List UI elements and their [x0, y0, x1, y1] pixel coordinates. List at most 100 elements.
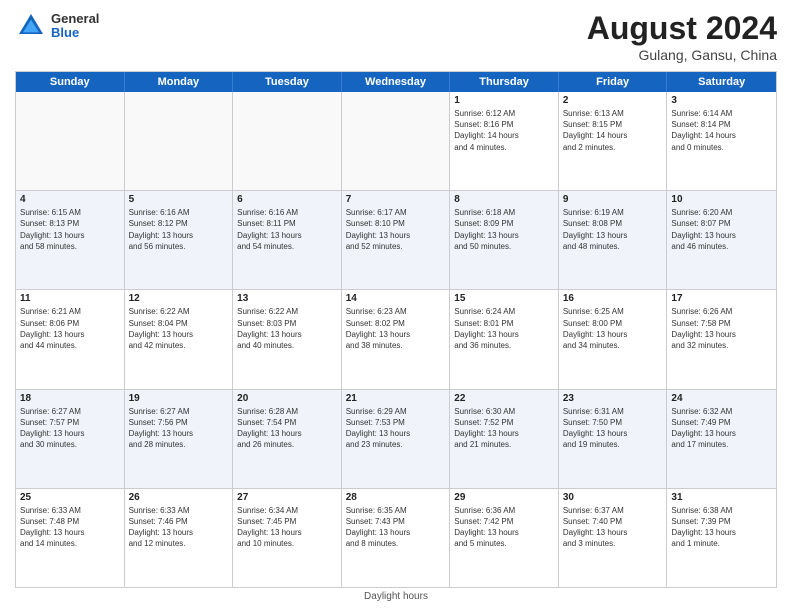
day-cell: 22 Sunrise: 6:30 AM Sunset: 7:52 PM Dayli…	[450, 390, 559, 488]
day-info: Sunrise: 6:35 AM Sunset: 7:43 PM Dayligh…	[346, 505, 446, 550]
day-info: Sunrise: 6:15 AM Sunset: 8:13 PM Dayligh…	[20, 207, 120, 252]
day-number: 22	[454, 393, 554, 404]
logo-blue: Blue	[51, 26, 99, 40]
day-info: Sunrise: 6:18 AM Sunset: 8:09 PM Dayligh…	[454, 207, 554, 252]
day-info: Sunrise: 6:22 AM Sunset: 8:03 PM Dayligh…	[237, 306, 337, 351]
logo-text: General Blue	[51, 12, 99, 41]
day-info: Sunrise: 6:12 AM Sunset: 8:16 PM Dayligh…	[454, 108, 554, 153]
calendar-row: 11 Sunrise: 6:21 AM Sunset: 8:06 PM Dayli…	[16, 290, 776, 389]
day-info: Sunrise: 6:30 AM Sunset: 7:52 PM Dayligh…	[454, 406, 554, 451]
day-info: Sunrise: 6:17 AM Sunset: 8:10 PM Dayligh…	[346, 207, 446, 252]
empty-cell	[16, 92, 125, 190]
day-cell: 24Sunrise: 6:32 AM Sunset: 7:49 PM Dayli…	[667, 390, 776, 488]
day-info: Sunrise: 6:20 AM Sunset: 8:07 PM Dayligh…	[671, 207, 772, 252]
day-number: 8	[454, 194, 554, 205]
day-info: Sunrise: 6:34 AM Sunset: 7:45 PM Dayligh…	[237, 505, 337, 550]
day-cell: 12Sunrise: 6:22 AM Sunset: 8:04 PM Dayli…	[125, 290, 234, 388]
day-cell: 25 Sunrise: 6:33 AM Sunset: 7:48 PM Dayli…	[16, 489, 125, 587]
day-cell: 10Sunrise: 6:20 AM Sunset: 8:07 PM Dayli…	[667, 191, 776, 289]
day-number: 19	[129, 393, 229, 404]
page: General Blue August 2024 Gulang, Gansu, …	[0, 0, 792, 612]
day-number: 11	[20, 293, 120, 304]
calendar-row: 4 Sunrise: 6:15 AM Sunset: 8:13 PM Daylig…	[16, 191, 776, 290]
day-cell: 3 Sunrise: 6:14 AM Sunset: 8:14 PM Daylig…	[667, 92, 776, 190]
day-cell: 19 Sunrise: 6:27 AM Sunset: 7:56 PM Dayli…	[125, 390, 234, 488]
day-cell: 16 Sunrise: 6:25 AM Sunset: 8:00 PM Dayli…	[559, 290, 668, 388]
day-number: 27	[237, 492, 337, 503]
day-number: 16	[563, 293, 663, 304]
day-info: Sunrise: 6:33 AM Sunset: 7:48 PM Dayligh…	[20, 505, 120, 550]
day-cell: 17 Sunrise: 6:26 AM Sunset: 7:58 PM Dayli…	[667, 290, 776, 388]
day-info: Sunrise: 6:32 AM Sunset: 7:49 PM Dayligh…	[671, 406, 772, 451]
calendar-header: SundayMondayTuesdayWednesdayThursdayFrid…	[16, 72, 776, 92]
day-number: 14	[346, 293, 446, 304]
day-number: 4	[20, 194, 120, 205]
day-number: 23	[563, 393, 663, 404]
weekday-header: Saturday	[667, 72, 776, 92]
day-cell: 15 Sunrise: 6:24 AM Sunset: 8:01 PM Dayli…	[450, 290, 559, 388]
empty-cell	[342, 92, 451, 190]
logo: General Blue	[15, 10, 99, 42]
day-number: 29	[454, 492, 554, 503]
day-info: Sunrise: 6:31 AM Sunset: 7:50 PM Dayligh…	[563, 406, 663, 451]
day-number: 30	[563, 492, 663, 503]
day-info: Sunrise: 6:24 AM Sunset: 8:01 PM Dayligh…	[454, 306, 554, 351]
day-cell: 9 Sunrise: 6:19 AM Sunset: 8:08 PM Daylig…	[559, 191, 668, 289]
day-number: 17	[671, 293, 772, 304]
day-cell: 23 Sunrise: 6:31 AM Sunset: 7:50 PM Dayli…	[559, 390, 668, 488]
day-info: Sunrise: 6:36 AM Sunset: 7:42 PM Dayligh…	[454, 505, 554, 550]
calendar-row: 1Sunrise: 6:12 AM Sunset: 8:16 PM Daylig…	[16, 92, 776, 191]
day-info: Sunrise: 6:33 AM Sunset: 7:46 PM Dayligh…	[129, 505, 229, 550]
day-number: 18	[20, 393, 120, 404]
day-info: Sunrise: 6:19 AM Sunset: 8:08 PM Dayligh…	[563, 207, 663, 252]
weekday-header: Tuesday	[233, 72, 342, 92]
day-number: 3	[671, 95, 772, 106]
weekday-header: Thursday	[450, 72, 559, 92]
day-number: 13	[237, 293, 337, 304]
empty-cell	[125, 92, 234, 190]
day-cell: 18 Sunrise: 6:27 AM Sunset: 7:57 PM Dayli…	[16, 390, 125, 488]
day-info: Sunrise: 6:26 AM Sunset: 7:58 PM Dayligh…	[671, 306, 772, 351]
day-cell: 6Sunrise: 6:16 AM Sunset: 8:11 PM Daylig…	[233, 191, 342, 289]
day-cell: 8 Sunrise: 6:18 AM Sunset: 8:09 PM Daylig…	[450, 191, 559, 289]
day-cell: 20Sunrise: 6:28 AM Sunset: 7:54 PM Dayli…	[233, 390, 342, 488]
day-cell: 26 Sunrise: 6:33 AM Sunset: 7:46 PM Dayli…	[125, 489, 234, 587]
day-info: Sunrise: 6:21 AM Sunset: 8:06 PM Dayligh…	[20, 306, 120, 351]
day-info: Sunrise: 6:38 AM Sunset: 7:39 PM Dayligh…	[671, 505, 772, 550]
day-number: 6	[237, 194, 337, 205]
day-info: Sunrise: 6:22 AM Sunset: 8:04 PM Dayligh…	[129, 306, 229, 351]
day-cell: 14 Sunrise: 6:23 AM Sunset: 8:02 PM Dayli…	[342, 290, 451, 388]
day-cell: 2Sunrise: 6:13 AM Sunset: 8:15 PM Daylig…	[559, 92, 668, 190]
day-info: Sunrise: 6:25 AM Sunset: 8:00 PM Dayligh…	[563, 306, 663, 351]
day-number: 21	[346, 393, 446, 404]
logo-icon	[15, 10, 47, 42]
day-cell: 7 Sunrise: 6:17 AM Sunset: 8:10 PM Daylig…	[342, 191, 451, 289]
day-info: Sunrise: 6:37 AM Sunset: 7:40 PM Dayligh…	[563, 505, 663, 550]
day-number: 20	[237, 393, 337, 404]
day-cell: 30 Sunrise: 6:37 AM Sunset: 7:40 PM Dayli…	[559, 489, 668, 587]
weekday-header: Sunday	[16, 72, 125, 92]
day-cell: 4 Sunrise: 6:15 AM Sunset: 8:13 PM Daylig…	[16, 191, 125, 289]
weekday-header: Friday	[559, 72, 668, 92]
day-number: 28	[346, 492, 446, 503]
day-info: Sunrise: 6:29 AM Sunset: 7:53 PM Dayligh…	[346, 406, 446, 451]
day-info: Sunrise: 6:27 AM Sunset: 7:57 PM Dayligh…	[20, 406, 120, 451]
day-number: 15	[454, 293, 554, 304]
day-number: 25	[20, 492, 120, 503]
title-block: August 2024 Gulang, Gansu, China	[587, 10, 777, 63]
header: General Blue August 2024 Gulang, Gansu, …	[15, 10, 777, 63]
day-info: Sunrise: 6:14 AM Sunset: 8:14 PM Dayligh…	[671, 108, 772, 153]
day-info: Sunrise: 6:27 AM Sunset: 7:56 PM Dayligh…	[129, 406, 229, 451]
calendar: SundayMondayTuesdayWednesdayThursdayFrid…	[15, 71, 777, 588]
day-number: 7	[346, 194, 446, 205]
day-cell: 5Sunrise: 6:16 AM Sunset: 8:12 PM Daylig…	[125, 191, 234, 289]
calendar-row: 25 Sunrise: 6:33 AM Sunset: 7:48 PM Dayli…	[16, 489, 776, 587]
day-cell: 29 Sunrise: 6:36 AM Sunset: 7:42 PM Dayli…	[450, 489, 559, 587]
day-number: 2	[563, 95, 663, 106]
day-number: 9	[563, 194, 663, 205]
logo-general: General	[51, 12, 99, 26]
day-info: Sunrise: 6:23 AM Sunset: 8:02 PM Dayligh…	[346, 306, 446, 351]
day-number: 5	[129, 194, 229, 205]
day-number: 26	[129, 492, 229, 503]
calendar-row: 18 Sunrise: 6:27 AM Sunset: 7:57 PM Dayli…	[16, 390, 776, 489]
